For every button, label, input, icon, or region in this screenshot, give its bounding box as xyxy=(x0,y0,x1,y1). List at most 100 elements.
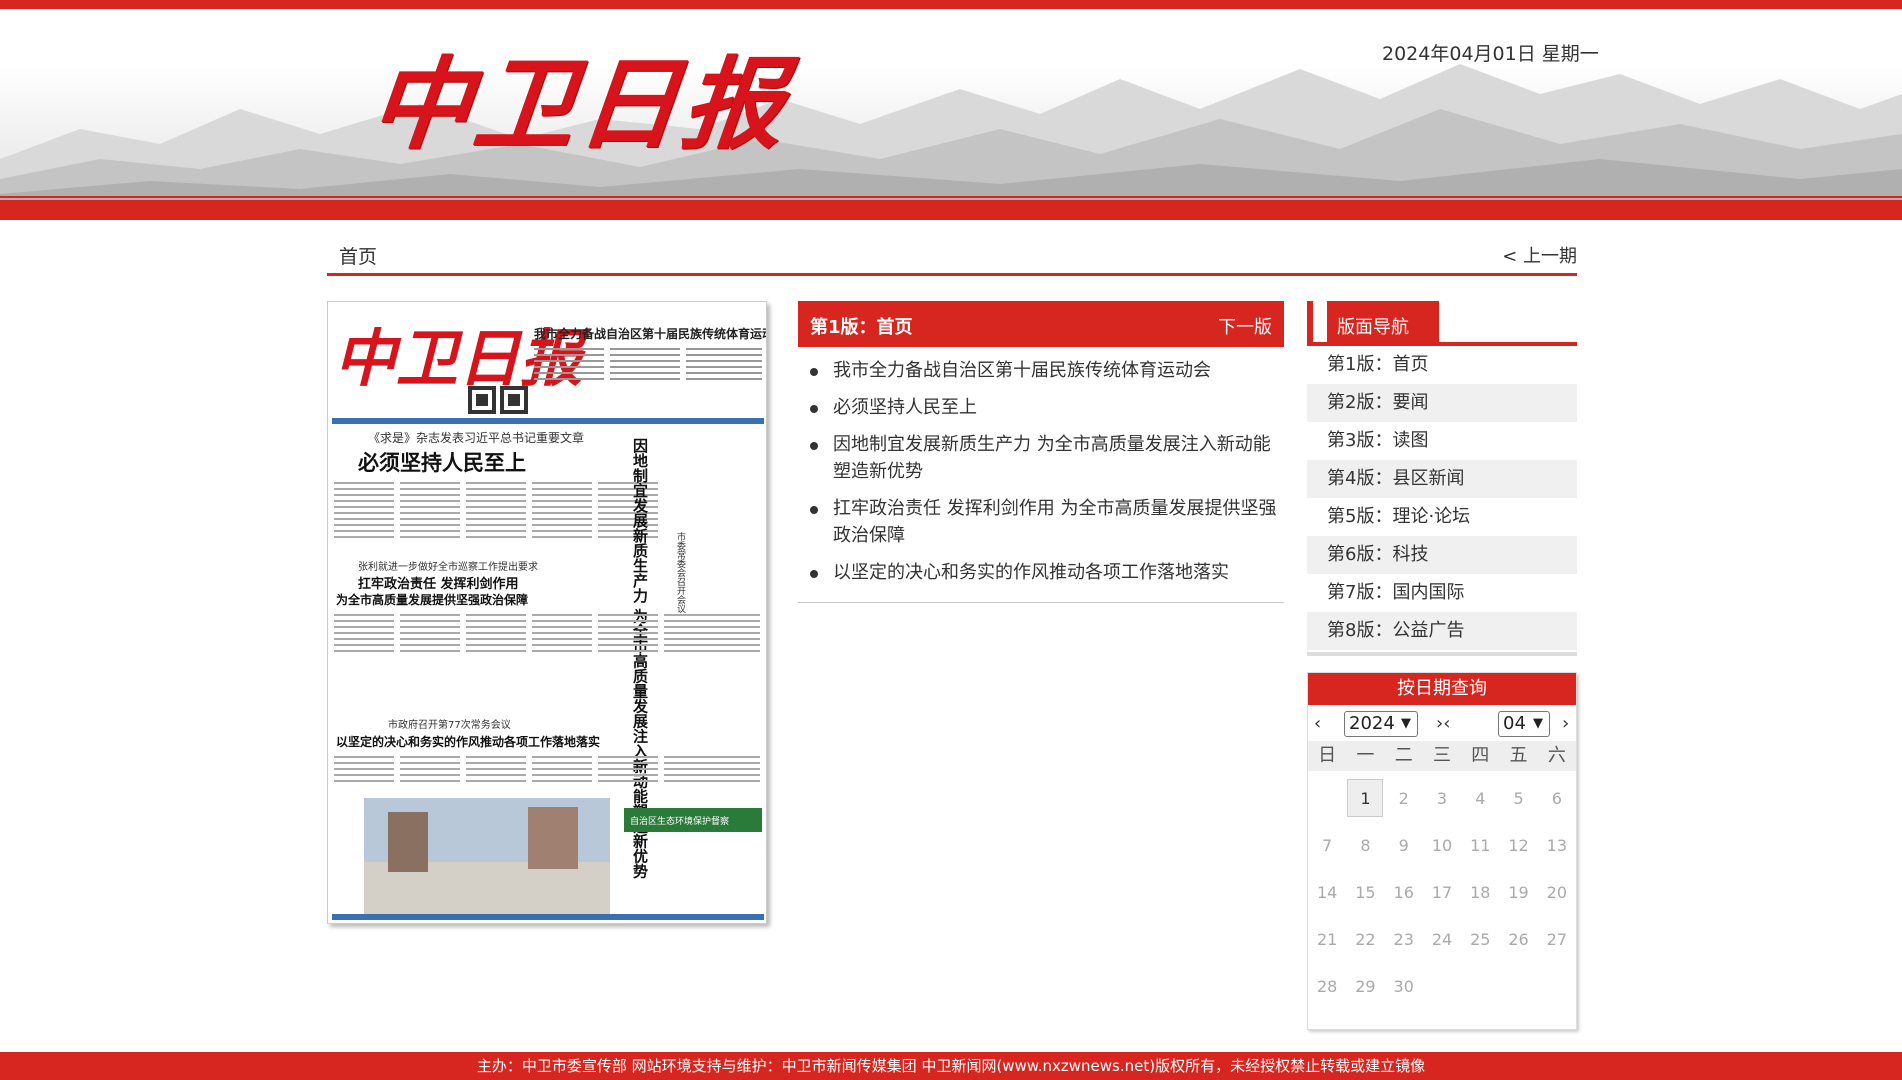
article-list-panel: 第1版：首页 下一版 我市全力备战自治区第十届民族传统体育运动会 必须坚持人民至… xyxy=(798,301,1284,603)
calendar-day[interactable]: 1 xyxy=(1346,775,1384,822)
prev-issue-link[interactable]: < 上一期 xyxy=(1467,242,1577,268)
page-sub-headline: 《求是》杂志发表习近平总书记重要文章 xyxy=(368,430,584,445)
article-item[interactable]: 扛牢政治责任 发挥利剑作用 为全市高质量发展提供坚强政治保障 xyxy=(798,495,1284,549)
page-kicker-3: 市政府召开第77次常务会议 xyxy=(388,718,511,731)
weekday: 二 xyxy=(1394,745,1413,766)
newspaper-page-image[interactable]: 中卫日报 我市全力备战自治区第十届民族传统体育运动会 《求是》杂志发表习近平总书… xyxy=(327,301,767,924)
site-header: 中卫日报 2024年04月01日 星期一 xyxy=(0,9,1902,200)
page-headline-3: 以坚定的决心和务实的作风推动各项工作落地落实 xyxy=(336,734,600,749)
weekday: 五 xyxy=(1509,745,1528,766)
bullet-icon xyxy=(810,368,818,376)
calendar-day: 3 xyxy=(1436,789,1448,808)
weekday: 四 xyxy=(1471,745,1490,766)
chevron-down-icon: ▼ xyxy=(1533,716,1543,731)
calendar-day: 6 xyxy=(1551,789,1562,808)
calendar-day: 8 xyxy=(1360,836,1371,855)
page-headline-2b: 为全市高质量发展提供坚强政治保障 xyxy=(336,592,528,607)
calendar-day: 22 xyxy=(1355,930,1376,949)
next-month-arrow-icon[interactable]: › xyxy=(1562,713,1569,734)
page-nav-item[interactable]: 第3版：读图 xyxy=(1307,422,1577,460)
calendar-day: 25 xyxy=(1470,930,1491,949)
page-nav-item[interactable]: 第7版：国内国际 xyxy=(1307,574,1577,612)
calendar-controls: ‹ 2024 ▼ ›‹ 04 ▼ › xyxy=(1308,705,1576,741)
calendar-day: 4 xyxy=(1475,789,1486,808)
site-logo[interactable]: 中卫日报 xyxy=(364,23,795,168)
article-title[interactable]: 必须坚持人民至上 xyxy=(833,397,977,418)
next-page-link[interactable]: 下一版 xyxy=(1218,313,1272,339)
calendar-day: 23 xyxy=(1393,930,1414,949)
page-box-title: 自治区生态环境保护督察 xyxy=(630,815,729,827)
calendar-day: 10 xyxy=(1431,836,1453,855)
top-red-bar xyxy=(0,0,1902,9)
calendar-day: 16 xyxy=(1393,883,1414,902)
page-nav-list: 第1版：首页 第2版：要闻 第3版：读图 第4版：县区新闻 第5版：理论·论坛 … xyxy=(1307,346,1577,650)
calendar-day: 19 xyxy=(1508,883,1529,902)
calendar-day: 26 xyxy=(1508,930,1529,949)
weekday: 三 xyxy=(1432,745,1451,766)
home-link[interactable]: 首页 xyxy=(339,242,377,269)
header-red-line xyxy=(0,196,1902,198)
year-select[interactable]: 2024 ▼ xyxy=(1344,711,1418,737)
calendar-day: 15 xyxy=(1355,883,1376,902)
calendar-day: 2 xyxy=(1398,789,1409,808)
prev-next-month-arrows-icon[interactable]: ›‹ xyxy=(1436,713,1450,734)
page-nav-item[interactable]: 第5版：理论·论坛 xyxy=(1307,498,1577,536)
chevron-down-icon: ▼ xyxy=(1401,716,1411,731)
page-top-headline: 我市全力备战自治区第十届民族传统体育运动会 xyxy=(534,326,767,341)
page-nav-panel: 版面导航 第1版：首页 第2版：要闻 第3版：读图 第4版：县区新闻 第5版：理… xyxy=(1307,301,1577,656)
site-footer: 主办：中卫市委宣传部 网站环境支持与维护：中卫市新闻传媒集团 中卫新闻网(www… xyxy=(0,1052,1902,1080)
current-date: 2024年04月01日 星期一 xyxy=(1382,43,1599,65)
bullet-icon xyxy=(810,405,818,413)
calendar-day: 13 xyxy=(1546,836,1568,855)
article-title[interactable]: 我市全力备战自治区第十届民族传统体育运动会 xyxy=(833,360,1211,381)
article-item[interactable]: 以坚定的决心和务实的作风推动各项工作落地落实 xyxy=(798,559,1284,586)
weekday: 一 xyxy=(1356,745,1375,766)
calendar-day: 29 xyxy=(1355,977,1376,996)
article-title[interactable]: 以坚定的决心和务实的作风推动各项工作落地落实 xyxy=(833,562,1229,583)
page-kicker-2: 张利就进一步做好全市巡察工作提出要求 xyxy=(358,560,538,573)
calendar-day: 17 xyxy=(1431,883,1453,902)
bullet-icon xyxy=(810,442,818,450)
calendar-day: 12 xyxy=(1508,836,1529,855)
page-nav-item[interactable]: 第8版：公益广告 xyxy=(1307,612,1577,650)
page-nav-item[interactable]: 第1版：首页 xyxy=(1307,346,1577,384)
page-nav-title: 版面导航 xyxy=(1327,301,1439,342)
prev-year-arrow-icon[interactable]: ‹ xyxy=(1314,713,1321,734)
bullet-icon xyxy=(810,570,818,578)
mountain-background xyxy=(0,64,1902,200)
article-item[interactable]: 我市全力备战自治区第十届民族传统体育运动会 xyxy=(798,357,1284,384)
page-nav-item[interactable]: 第4版：县区新闻 xyxy=(1307,460,1577,498)
calendar-day: 20 xyxy=(1546,883,1568,902)
calendar-day: 11 xyxy=(1470,836,1491,855)
page-vertical-sub: 市委常委会召开会议 xyxy=(675,531,686,614)
calendar-title: 按日期查询 xyxy=(1308,673,1576,705)
calendar-day: 9 xyxy=(1398,836,1409,855)
weekday: 六 xyxy=(1547,745,1566,766)
page-headline-2: 扛牢政治责任 发挥利剑作用 xyxy=(358,576,519,592)
calendar-day: 18 xyxy=(1470,883,1491,902)
bullet-icon xyxy=(810,506,818,514)
calendar-day: 30 xyxy=(1393,977,1414,996)
header-red-band xyxy=(0,200,1902,220)
article-title[interactable]: 因地制宜发展新质生产力 为全市高质量发展注入新动能塑造新优势 xyxy=(833,434,1271,482)
current-page-title: 第1版：首页 xyxy=(810,317,913,338)
article-item[interactable]: 必须坚持人民至上 xyxy=(798,394,1284,421)
weekday: 日 xyxy=(1318,745,1337,766)
calendar-day: 21 xyxy=(1316,930,1338,949)
month-select[interactable]: 04 ▼ xyxy=(1498,711,1550,737)
calendar-day: 28 xyxy=(1316,977,1338,996)
newspaper-page-drawing: 中卫日报 我市全力备战自治区第十届民族传统体育运动会 《求是》杂志发表习近平总书… xyxy=(328,302,767,923)
calendar-day: 14 xyxy=(1316,883,1338,902)
date-calendar: 按日期查询 ‹ 2024 ▼ ›‹ 04 ▼ › 日 一 二 三 四 五 六 123… xyxy=(1307,672,1577,1030)
calendar-empty xyxy=(1308,775,1346,822)
page-nav-item[interactable]: 第2版：要闻 xyxy=(1307,384,1577,422)
calendar-day: 27 xyxy=(1546,930,1568,949)
calendar-day: 5 xyxy=(1513,789,1524,808)
article-list: 我市全力备战自治区第十届民族传统体育运动会 必须坚持人民至上 因地制宜发展新质生… xyxy=(798,347,1284,603)
calendar-day: 7 xyxy=(1322,836,1333,855)
article-item[interactable]: 因地制宜发展新质生产力 为全市高质量发展注入新动能塑造新优势 xyxy=(798,431,1284,485)
calendar-days: 1 2 3 4 5 6 7 8 9 10 11 12 13 14 15 16 17 18 19 20 21 22 23 24 2… xyxy=(1308,771,1576,1010)
page-main-headline: 必须坚持人民至上 xyxy=(358,451,526,475)
article-title[interactable]: 扛牢政治责任 发挥利剑作用 为全市高质量发展提供坚强政治保障 xyxy=(833,498,1276,546)
page-nav-item[interactable]: 第6版：科技 xyxy=(1307,536,1577,574)
